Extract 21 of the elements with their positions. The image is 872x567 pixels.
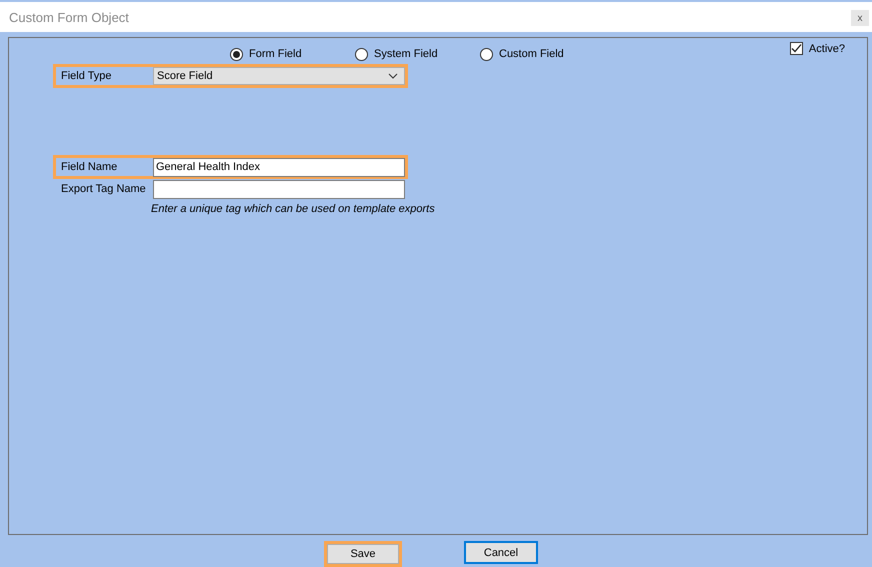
window-title: Custom Form Object (9, 10, 129, 24)
field-label: Export Tag Name (61, 183, 147, 195)
radio-label: Custom Field (499, 48, 564, 60)
dialog-button[interactable]: Save (324, 541, 402, 567)
radio-button[interactable] (230, 48, 243, 60)
chevron-down-icon (388, 73, 398, 79)
checkmark-icon (790, 43, 802, 54)
close-button[interactable]: x (851, 10, 869, 26)
radio-label: Form Field (249, 48, 302, 60)
dropdown[interactable]: Score Field (153, 67, 405, 85)
radio-label: System Field (374, 48, 438, 60)
radio-button[interactable] (355, 48, 368, 60)
field-label: Field Type (61, 70, 113, 82)
radio-button[interactable] (480, 48, 493, 60)
field-label: Field Name (61, 161, 118, 173)
checkbox-label: Active? (808, 42, 845, 54)
text-field[interactable]: General Health Index (153, 158, 405, 176)
dialog-button[interactable]: Cancel (464, 541, 538, 564)
checkbox[interactable] (790, 42, 803, 55)
hint-text: Enter a unique tag which can be used on template exports (151, 203, 436, 215)
text-field[interactable] (153, 180, 405, 198)
